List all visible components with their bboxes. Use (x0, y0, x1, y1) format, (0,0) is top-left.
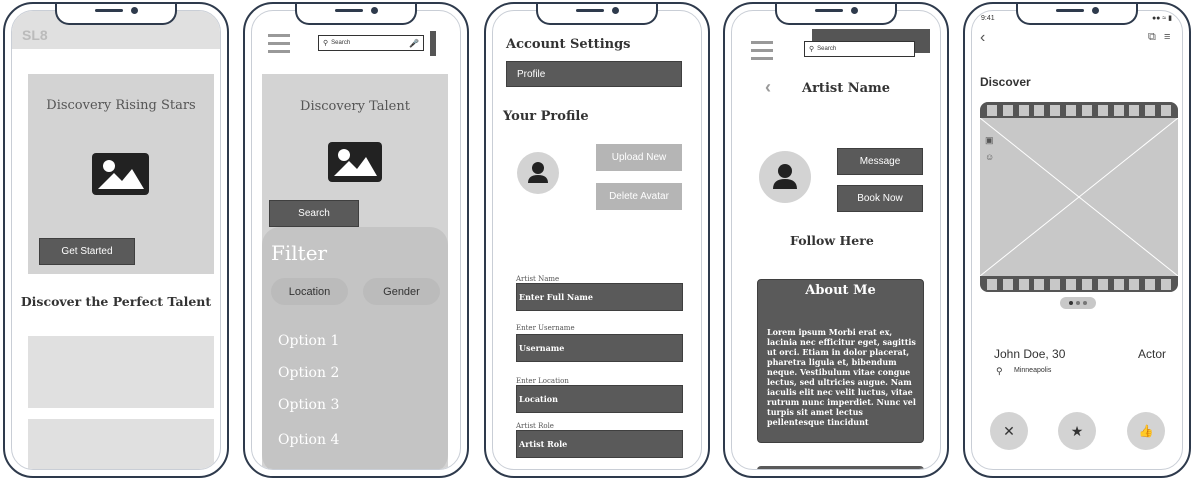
talent-card[interactable] (28, 336, 214, 408)
hamburger-menu-icon[interactable] (268, 34, 290, 58)
filter-option[interactable]: Option 4 (278, 432, 339, 448)
about-card: About Me Lorem ipsum Morbi erat ex, laci… (757, 279, 924, 443)
video-icon[interactable]: ▣ (985, 135, 994, 146)
search-input[interactable]: ⚲ Search 🎤 (318, 35, 424, 51)
phone-frame-3: Account Settings Profile Your Profile Up… (484, 2, 710, 478)
hero-banner: Discovery Rising Stars Get Started (28, 74, 214, 274)
profile-role: Actor (1138, 347, 1167, 361)
search-screen: ⚲ Search 🎤 Discovery Talent Search Filte… (251, 10, 461, 470)
film-strip-top (980, 102, 1178, 118)
phone-frame-4: ⚲ Search ‹ Artist Name Message Book Now … (723, 2, 949, 478)
notch (1016, 4, 1138, 25)
status-icons: ●● ≈ ▮ (1151, 15, 1172, 22)
gender-filter[interactable]: Gender (363, 278, 440, 305)
search-input[interactable]: ⚲ Search (804, 41, 915, 57)
location-pin-icon: ⚲ (996, 366, 1003, 376)
hero-title: Discovery Talent (300, 99, 410, 114)
image-icon (92, 153, 149, 195)
search-button[interactable]: Search (269, 200, 359, 227)
filter-panel: Filter Location Gender Option 1 Option 2… (262, 227, 448, 469)
notch (295, 4, 417, 25)
username-label: Enter Username (516, 324, 575, 332)
filter-option[interactable]: Option 3 (278, 397, 339, 413)
location-field[interactable]: Location (516, 385, 683, 413)
artist-profile-screen: ⚲ Search ‹ Artist Name Message Book Now … (731, 10, 941, 470)
get-started-button[interactable]: Get Started (39, 238, 135, 265)
like-button[interactable]: 👍 (1127, 412, 1165, 450)
microphone-icon[interactable]: 🎤 (409, 39, 419, 48)
media-placeholder-icon (980, 118, 1178, 276)
search-icon: ⚲ (809, 46, 815, 53)
avatar (517, 152, 559, 194)
artist-role-label: Artist Role (516, 422, 554, 430)
section-title: Discover the Perfect Talent (20, 294, 212, 309)
page-title: Account Settings (506, 37, 631, 52)
back-arrow-icon[interactable]: ‹ (980, 29, 985, 47)
username-field[interactable]: Username (516, 334, 683, 362)
user-icon (528, 162, 548, 183)
about-text: Lorem ipsum Morbi erat ex, lacinia nec e… (767, 327, 916, 427)
artist-name-field[interactable]: Enter Full Name (516, 283, 683, 311)
follow-link[interactable]: Follow Here (790, 233, 874, 248)
about-title: About Me (805, 283, 876, 298)
share-icon[interactable]: ⧉ (1148, 31, 1156, 44)
artist-name: Artist Name (802, 81, 891, 96)
search-icon: ⚲ (323, 40, 329, 47)
filter-option[interactable]: Option 1 (278, 333, 339, 349)
location-label: Enter Location (516, 377, 569, 385)
film-strip-bottom (980, 276, 1178, 292)
image-icon (328, 142, 382, 182)
section-title: Your Profile (503, 109, 589, 124)
media-card[interactable]: ▣ ☺ (980, 102, 1178, 292)
carousel-indicator[interactable] (1060, 297, 1096, 309)
hero-title: Discovery Rising Stars (46, 98, 196, 113)
filter-icon[interactable]: ≡ (1164, 31, 1170, 43)
filter-option[interactable]: Option 2 (278, 365, 339, 381)
search-placeholder: Search (331, 40, 351, 46)
page-title: Discover (980, 75, 1031, 89)
book-now-button[interactable]: Book Now (837, 185, 923, 212)
notch (55, 4, 177, 25)
upload-new-button[interactable]: Upload New (596, 144, 682, 171)
message-button[interactable]: Message (837, 148, 923, 175)
user-icon (773, 164, 797, 189)
artist-role-field[interactable]: Artist Role (516, 430, 683, 458)
favorite-button[interactable]: ★ (1058, 412, 1096, 450)
discover-screen: 9:41 ●● ≈ ▮ ‹ ⧉ ≡ Discover ▣ ☺ John Doe,… (971, 10, 1183, 470)
notch (536, 4, 658, 25)
dismiss-button[interactable]: ✕ (990, 412, 1028, 450)
person-icon[interactable]: ☺ (985, 152, 994, 162)
bottom-card (757, 466, 924, 469)
app-logo: SL8 (22, 27, 48, 43)
delete-avatar-button[interactable]: Delete Avatar (596, 183, 682, 210)
profile-name: John Doe, 30 (994, 347, 1066, 361)
notch (775, 4, 897, 25)
status-time: 9:41 (981, 15, 995, 22)
account-settings-screen: Account Settings Profile Your Profile Up… (492, 10, 702, 470)
scrollbar[interactable] (430, 31, 436, 56)
home-screen: SL8 Discovery Rising Stars Get Started D… (11, 10, 221, 470)
hamburger-menu-icon[interactable] (751, 41, 773, 65)
profile-location: Minneapolis (1014, 367, 1052, 374)
phone-frame-5: 9:41 ●● ≈ ▮ ‹ ⧉ ≡ Discover ▣ ☺ John Doe,… (963, 2, 1191, 478)
location-filter[interactable]: Location (271, 278, 348, 305)
phone-frame-1: SL8 Discovery Rising Stars Get Started D… (3, 2, 229, 478)
back-chevron-icon[interactable]: ‹ (765, 77, 771, 98)
search-placeholder: Search (817, 46, 837, 52)
phone-frame-2: ⚲ Search 🎤 Discovery Talent Search Filte… (243, 2, 469, 478)
avatar (759, 151, 811, 203)
artist-name-label: Artist Name (516, 275, 560, 283)
tab-profile[interactable]: Profile (506, 61, 682, 87)
filter-title: Filter (271, 241, 328, 265)
talent-card[interactable] (28, 419, 214, 469)
